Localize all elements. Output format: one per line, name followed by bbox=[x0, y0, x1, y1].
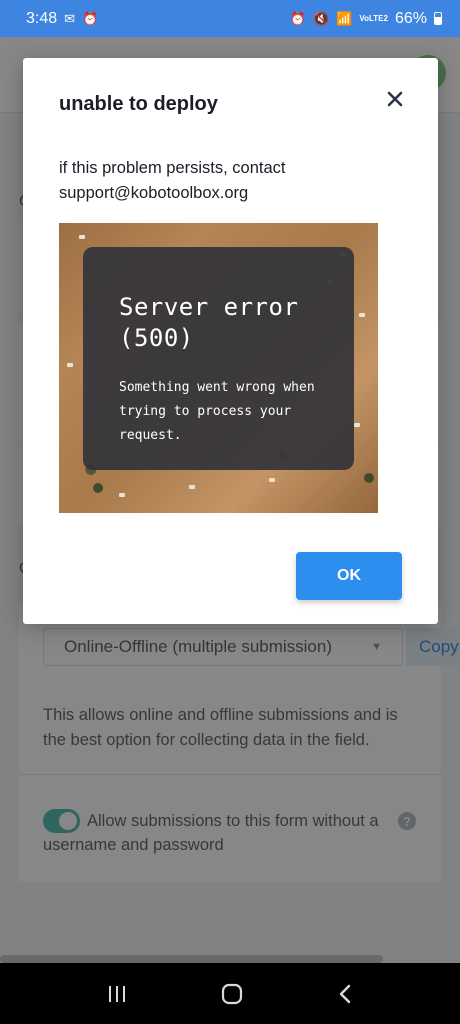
ok-button[interactable]: OK bbox=[296, 552, 402, 600]
battery-percent: 66% bbox=[394, 9, 427, 27]
home-icon[interactable] bbox=[221, 983, 243, 1005]
status-bar: 3:48 ✉ ⏰ ⏰ 🔇 📶 VoLTE2 66% bbox=[0, 0, 460, 37]
signal-icon: VoLTE2 bbox=[359, 13, 388, 23]
dialog-title: unable to deploy bbox=[59, 93, 218, 115]
mute-icon: 🔇 bbox=[313, 11, 330, 26]
error-dialog: unable to deploy if this problem persist… bbox=[23, 58, 438, 624]
error-body: Something went wrong when trying to proc… bbox=[119, 380, 315, 443]
server-error-image: Server error (500) Something went wrong … bbox=[59, 223, 378, 513]
wifi-icon: 📶 bbox=[336, 11, 353, 26]
mail-icon: ✉ bbox=[64, 11, 76, 26]
close-icon[interactable] bbox=[384, 88, 406, 110]
battery-icon bbox=[434, 12, 442, 25]
alarm-icon-right: ⏰ bbox=[289, 11, 306, 26]
recent-apps-icon[interactable] bbox=[107, 984, 127, 1004]
system-nav-bar bbox=[0, 963, 460, 1024]
error-panel: Server error (500) Something went wrong … bbox=[83, 247, 354, 470]
alarm-icon: ⏰ bbox=[82, 11, 99, 26]
dialog-message: if this problem persists, contact suppor… bbox=[59, 159, 286, 202]
error-title: Server error (500) bbox=[119, 293, 299, 352]
back-icon[interactable] bbox=[337, 983, 353, 1005]
status-time: 3:48 bbox=[26, 9, 58, 27]
